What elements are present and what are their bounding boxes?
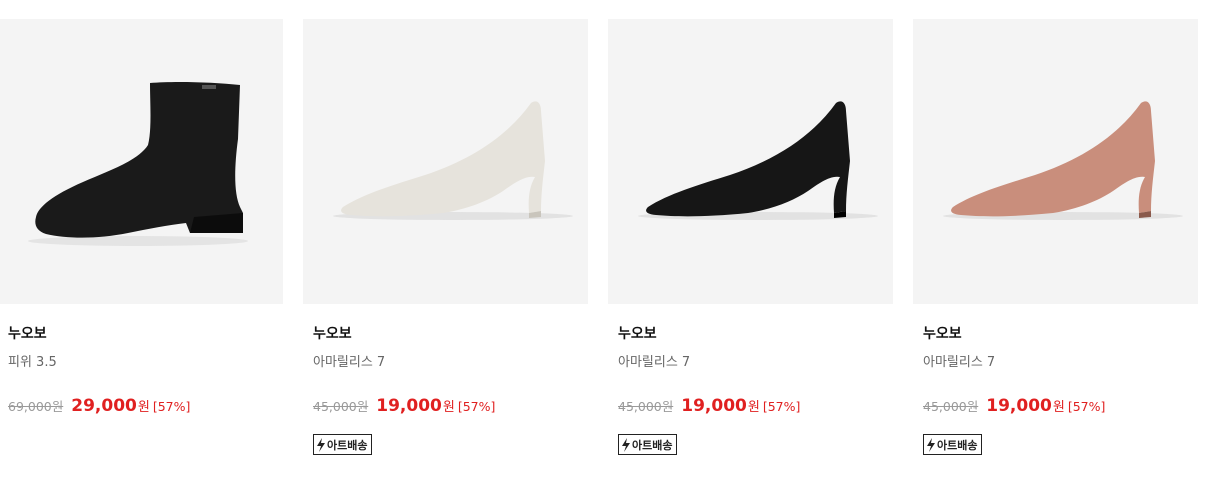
currency-unit: 원: [442, 400, 455, 415]
badge-label: 아트배송: [632, 438, 673, 452]
product-brand[interactable]: 누오보: [923, 323, 962, 343]
art-delivery-badge: 아트배송: [923, 434, 983, 455]
original-price: 45,000원: [923, 399, 979, 414]
badge-label: 아트배송: [937, 438, 978, 452]
original-price: 45,000원: [618, 399, 674, 414]
lightning-icon: [926, 437, 936, 452]
product-image-link[interactable]: [608, 19, 893, 304]
product-brand[interactable]: 누오보: [8, 323, 47, 343]
product-name[interactable]: 아마릴리스 7: [313, 351, 385, 370]
discount-rate: [57%]: [762, 399, 801, 414]
product-image-link[interactable]: [0, 19, 283, 304]
product-name[interactable]: 아마릴리스 7: [923, 351, 995, 370]
product-card[interactable]: 누오보 피위 3.5 69,000원 29,000 원 [57%]: [0, 0, 283, 479]
ankle-boot-image: [28, 81, 248, 246]
price-row: 45,000원 19,000 원 [57%]: [618, 396, 800, 416]
product-grid: 누오보 피위 3.5 69,000원 29,000 원 [57%] 누오보 아마…: [0, 0, 1212, 479]
price-row: 69,000원 29,000 원 [57%]: [8, 396, 190, 416]
price-row: 45,000원 19,000 원 [57%]: [923, 396, 1105, 416]
product-image-link[interactable]: [303, 19, 588, 304]
currency-unit: 원: [137, 400, 150, 415]
black-pump-image: [638, 101, 878, 220]
badge-label: 아트배송: [327, 438, 368, 452]
sale-price: 19,000: [376, 396, 442, 416]
lightning-icon: [316, 437, 326, 452]
sale-price: 19,000: [986, 396, 1052, 416]
product-card[interactable]: 누오보 아마릴리스 7 45,000원 19,000 원 [57%] 아트배송: [303, 0, 588, 479]
product-name[interactable]: 피위 3.5: [8, 351, 57, 370]
discount-rate: [57%]: [152, 399, 191, 414]
product-brand[interactable]: 누오보: [313, 323, 352, 343]
currency-unit: 원: [747, 400, 760, 415]
sale-price: 29,000: [71, 396, 137, 416]
lightning-icon: [621, 437, 631, 452]
product-brand[interactable]: 누오보: [618, 323, 657, 343]
discount-rate: [57%]: [1067, 399, 1106, 414]
ivory-pump-image: [333, 101, 573, 220]
discount-rate: [57%]: [457, 399, 496, 414]
art-delivery-badge: 아트배송: [618, 434, 678, 455]
original-price: 69,000원: [8, 399, 64, 414]
original-price: 45,000원: [313, 399, 369, 414]
product-name[interactable]: 아마릴리스 7: [618, 351, 690, 370]
product-card[interactable]: 누오보 아마릴리스 7 45,000원 19,000 원 [57%] 아트배송: [608, 0, 893, 479]
product-image-link[interactable]: [913, 19, 1198, 304]
price-row: 45,000원 19,000 원 [57%]: [313, 396, 495, 416]
pink-pump-image: [943, 101, 1183, 220]
currency-unit: 원: [1052, 400, 1065, 415]
art-delivery-badge: 아트배송: [313, 434, 373, 455]
sale-price: 19,000: [681, 396, 747, 416]
product-card[interactable]: 누오보 아마릴리스 7 45,000원 19,000 원 [57%] 아트배송: [913, 0, 1198, 479]
